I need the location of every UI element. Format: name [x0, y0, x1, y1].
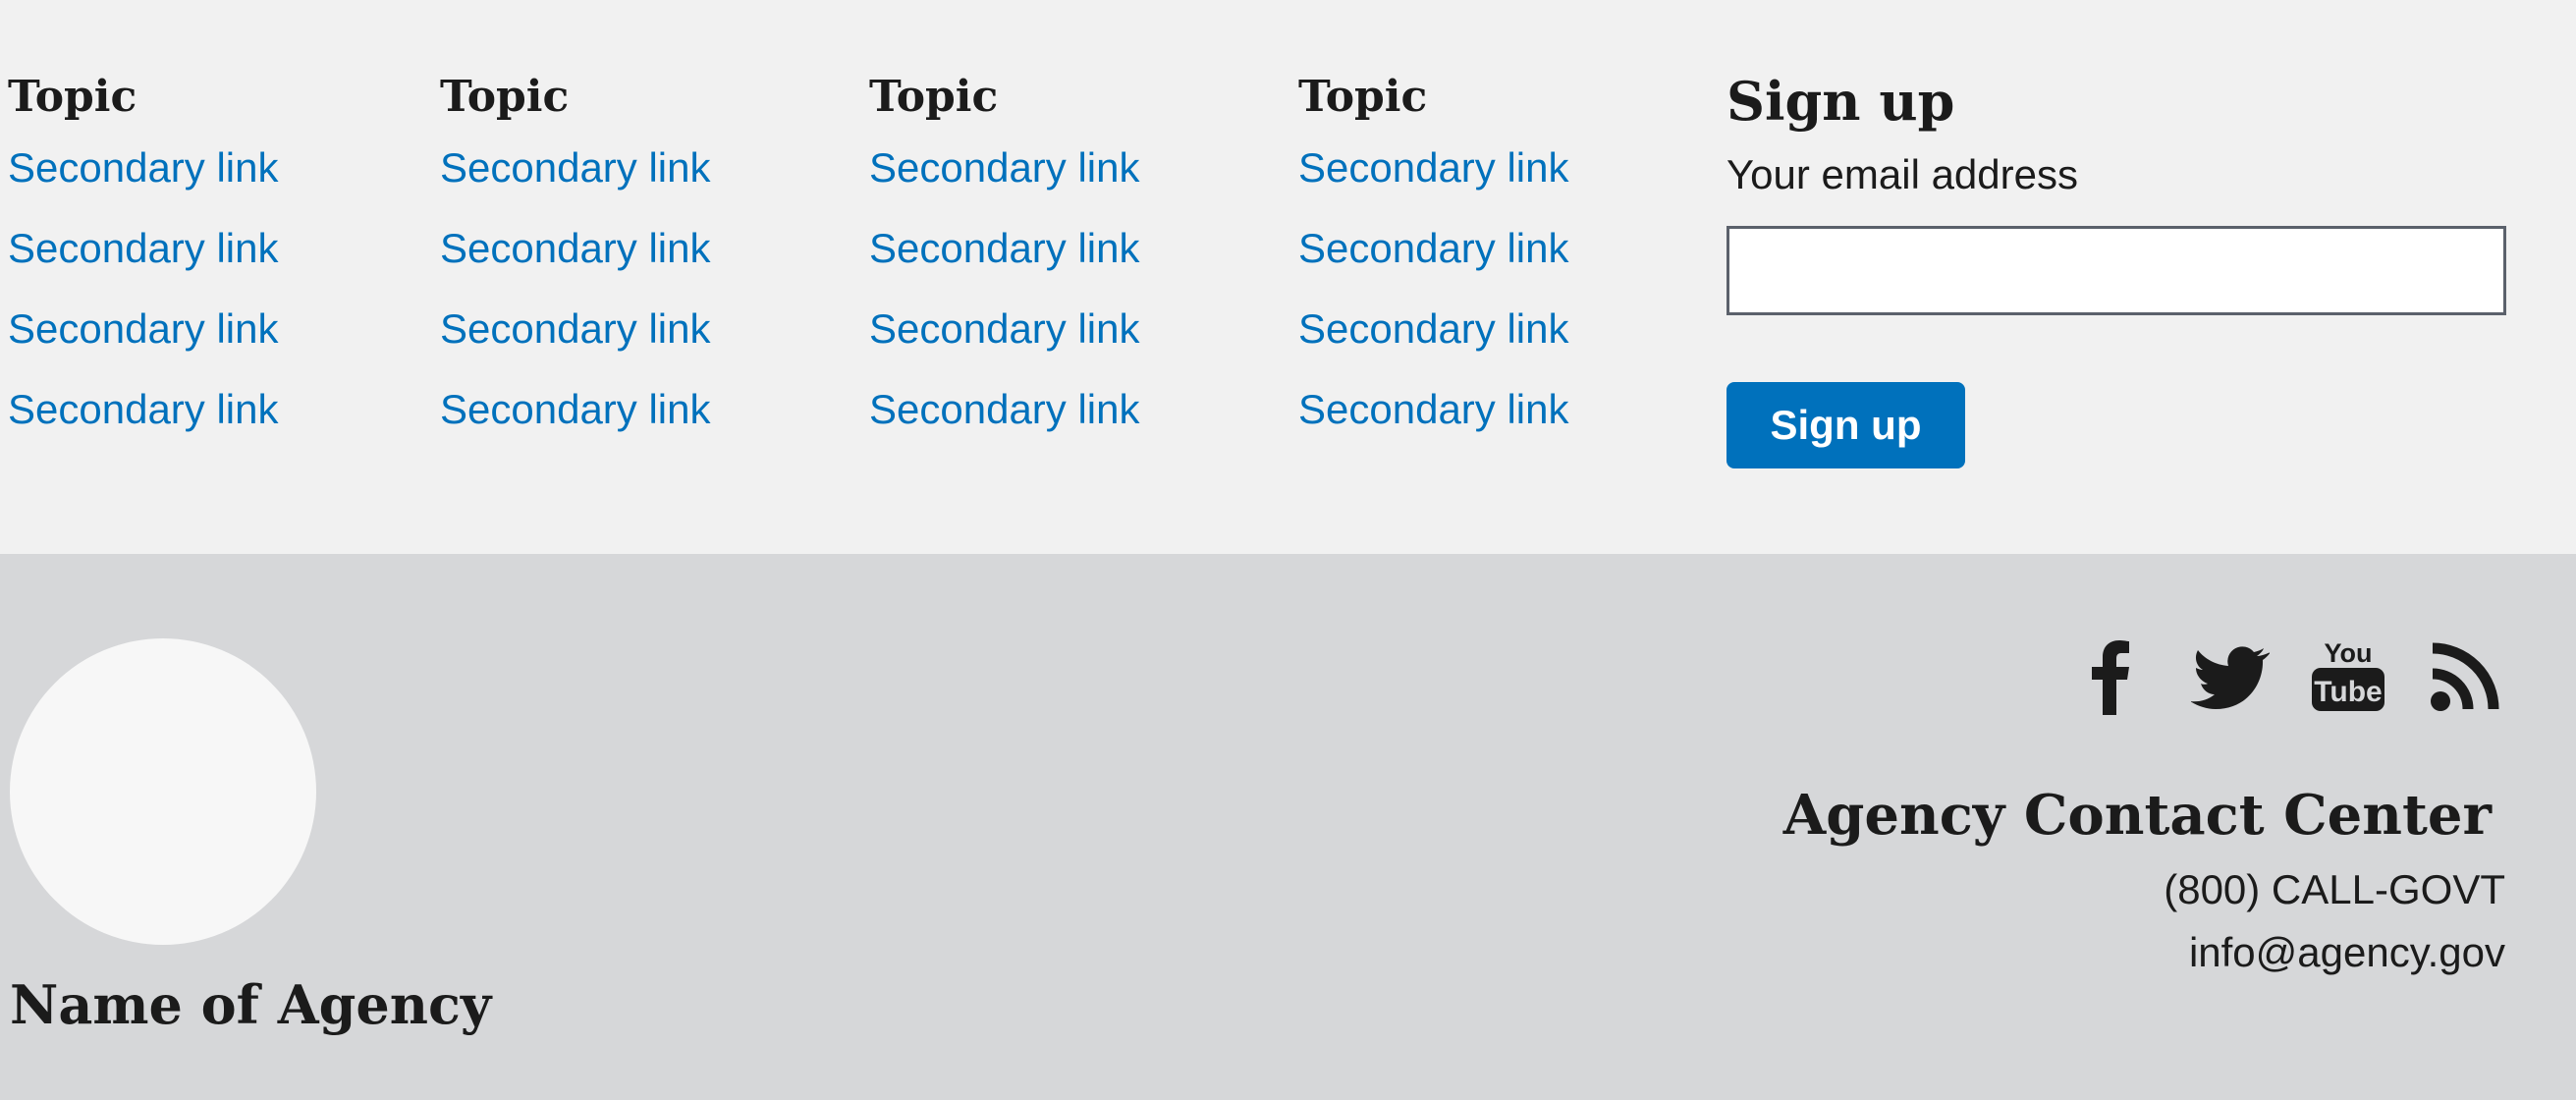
- topic-column-3: Topic Secondary link Secondary link Seco…: [869, 67, 1262, 450]
- signup-title: Sign up: [1726, 70, 1955, 133]
- list-item: Secondary link: [869, 208, 1262, 289]
- secondary-link[interactable]: Secondary link: [440, 305, 710, 352]
- secondary-link[interactable]: Secondary link: [1298, 386, 1568, 432]
- topic-links: Secondary link Secondary link Secondary …: [869, 128, 1262, 450]
- contact-title: Agency Contact Center: [1782, 783, 2492, 848]
- list-item: Secondary link: [440, 128, 833, 208]
- list-item: Secondary link: [1298, 128, 1691, 208]
- topic-links: Secondary link Secondary link Secondary …: [1298, 128, 1691, 450]
- list-item: Secondary link: [869, 369, 1262, 450]
- email-label: Your email address: [1726, 151, 2078, 197]
- list-item: Secondary link: [8, 369, 401, 450]
- topic-column-1: Topic Secondary link Secondary link Seco…: [8, 67, 401, 450]
- topic-links: Secondary link Secondary link Secondary …: [8, 128, 401, 450]
- contact-email-link[interactable]: info@agency.gov: [1783, 921, 2505, 984]
- list-item: Secondary link: [1298, 208, 1691, 289]
- contact-center: Agency Contact Center (800) CALL-GOVT in…: [1783, 778, 2505, 984]
- signup-button[interactable]: Sign up: [1726, 382, 1965, 468]
- agency-logo: [10, 638, 316, 945]
- topic-title: Topic: [1298, 72, 1428, 122]
- agency-name: Name of Agency: [10, 973, 492, 1036]
- secondary-link[interactable]: Secondary link: [1298, 144, 1568, 191]
- secondary-link[interactable]: Secondary link: [8, 305, 278, 352]
- list-item: Secondary link: [1298, 289, 1691, 369]
- rss-icon[interactable]: [2427, 636, 2505, 715]
- list-item: Secondary link: [440, 289, 833, 369]
- list-item: Secondary link: [1298, 369, 1691, 450]
- secondary-link[interactable]: Secondary link: [1298, 305, 1568, 352]
- twitter-icon[interactable]: [2191, 636, 2270, 715]
- list-item: Secondary link: [8, 208, 401, 289]
- facebook-icon[interactable]: [2073, 636, 2152, 715]
- footer-primary-section: Topic Secondary link Secondary link Seco…: [0, 0, 2576, 554]
- topic-column-4: Topic Secondary link Secondary link Seco…: [1298, 67, 1691, 450]
- email-field[interactable]: [1726, 226, 2506, 315]
- footer-secondary-section: Name of Agency You Tube Agency Contact C…: [0, 554, 2576, 1100]
- topic-title: Topic: [8, 72, 137, 122]
- list-item: Secondary link: [440, 208, 833, 289]
- topic-links: Secondary link Secondary link Secondary …: [440, 128, 833, 450]
- secondary-link[interactable]: Secondary link: [869, 144, 1139, 191]
- secondary-link[interactable]: Secondary link: [8, 225, 278, 271]
- secondary-link[interactable]: Secondary link: [440, 386, 710, 432]
- topic-title: Topic: [869, 72, 999, 122]
- list-item: Secondary link: [8, 128, 401, 208]
- youtube-icon[interactable]: You Tube: [2309, 636, 2387, 715]
- secondary-link[interactable]: Secondary link: [440, 144, 710, 191]
- topic-column-2: Topic Secondary link Secondary link Seco…: [440, 67, 833, 450]
- secondary-link[interactable]: Secondary link: [8, 386, 278, 432]
- social-links: You Tube: [2073, 636, 2505, 715]
- youtube-text-top: You: [2325, 638, 2373, 668]
- signup-form: Sign up Your email address Sign up: [1726, 67, 2508, 468]
- secondary-link[interactable]: Secondary link: [869, 305, 1139, 352]
- contact-phone-link[interactable]: (800) CALL-GOVT: [1783, 858, 2505, 921]
- list-item: Secondary link: [869, 128, 1262, 208]
- secondary-link[interactable]: Secondary link: [869, 225, 1139, 271]
- list-item: Secondary link: [8, 289, 401, 369]
- list-item: Secondary link: [869, 289, 1262, 369]
- secondary-link[interactable]: Secondary link: [8, 144, 278, 191]
- youtube-text-bottom: Tube: [2314, 676, 2382, 708]
- secondary-link[interactable]: Secondary link: [440, 225, 710, 271]
- secondary-link[interactable]: Secondary link: [1298, 225, 1568, 271]
- list-item: Secondary link: [440, 369, 833, 450]
- secondary-link[interactable]: Secondary link: [869, 386, 1139, 432]
- topic-title: Topic: [440, 72, 570, 122]
